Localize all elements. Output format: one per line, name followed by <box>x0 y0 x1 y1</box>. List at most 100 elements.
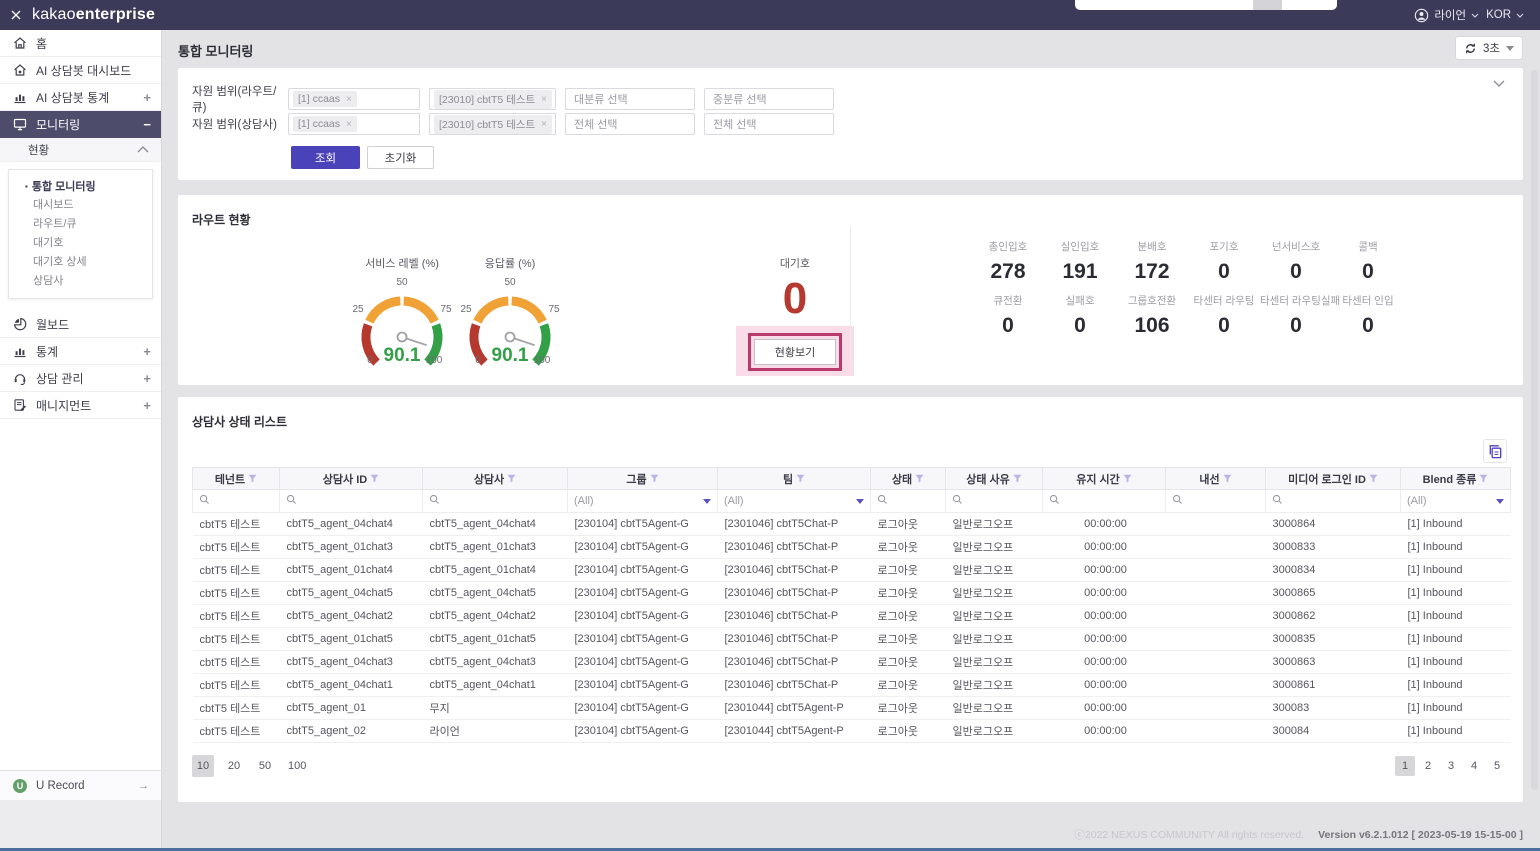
sidebar-subitem[interactable]: 상담사 <box>9 272 152 291</box>
remove-tag-icon[interactable]: × <box>346 119 352 130</box>
filter-funnel-icon[interactable] <box>370 474 379 483</box>
column-header[interactable]: 유지 시간 <box>1043 468 1166 490</box>
filter-funnel-icon[interactable] <box>1013 474 1022 483</box>
search-button[interactable]: 조회 <box>291 146 360 169</box>
table-cell: cbtT5_agent_01chat5 <box>423 628 568 651</box>
sidebar-item-consult-mgmt[interactable]: 상담 관리+ <box>0 365 161 392</box>
column-header[interactable]: 상태 사유 <box>946 468 1043 490</box>
sidebar-subitem[interactable]: ▪통합 모니터링 <box>9 177 152 196</box>
copy-button[interactable] <box>1483 439 1507 463</box>
column-header[interactable]: 그룹 <box>568 468 718 490</box>
column-filter-search[interactable] <box>1266 490 1401 513</box>
language-selector[interactable]: KOR <box>1486 9 1524 21</box>
route-stat: 타센터 라우팅실패0 <box>1260 293 1332 347</box>
filter-funnel-icon[interactable] <box>507 474 516 483</box>
filter-funnel-icon[interactable] <box>796 474 805 483</box>
table-row[interactable]: cbtT5 테스트cbtT5_agent_01chat4cbtT5_agent_… <box>193 559 1511 582</box>
filter-funnel-icon[interactable] <box>915 474 924 483</box>
view-status-button[interactable]: 현황보기 <box>754 339 836 365</box>
filter-funnel-icon[interactable] <box>1123 474 1132 483</box>
column-header[interactable]: 팀 <box>718 468 871 490</box>
column-filter-select[interactable]: (All) <box>718 490 871 513</box>
column-filter-select[interactable]: (All) <box>568 490 718 513</box>
table-row[interactable]: cbtT5 테스트cbtT5_agent_02라이언[230104] cbtT5… <box>193 720 1511 743</box>
collapse-panel-icon[interactable] <box>1493 80 1505 87</box>
close-icon[interactable] <box>0 10 32 20</box>
sidebar-item-stats[interactable]: 통계+ <box>0 338 161 365</box>
table-row[interactable]: cbtT5 테스트cbtT5_agent_01chat3cbtT5_agent_… <box>193 536 1511 559</box>
category-select[interactable]: 전체 선택 <box>565 113 695 135</box>
sidebar-subitem[interactable]: 라우트/큐 <box>9 215 152 234</box>
filter-funnel-icon[interactable] <box>1223 474 1232 483</box>
table-row[interactable]: cbtT5 테스트cbtT5_agent_04chat4cbtT5_agent_… <box>193 513 1511 536</box>
reset-button[interactable]: 초기화 <box>367 146 434 169</box>
table-cell: [2301046] cbtT5Chat-P <box>718 628 871 651</box>
monitor-icon <box>13 117 27 131</box>
remove-tag-icon[interactable]: × <box>346 94 352 105</box>
column-filter-search[interactable] <box>1166 490 1266 513</box>
column-filter-search[interactable] <box>193 490 280 513</box>
sidebar-subitem[interactable]: 대기호 <box>9 234 152 253</box>
table-row[interactable]: cbtT5 테스트cbtT5_agent_04chat5cbtT5_agent_… <box>193 582 1511 605</box>
remove-tag-icon[interactable]: × <box>541 94 547 105</box>
category-select[interactable]: 중분류 선택 <box>704 88 834 110</box>
column-header[interactable]: 미디어 로그인 ID <box>1266 468 1401 490</box>
column-filter-search[interactable] <box>1043 490 1166 513</box>
sidebar-item-u-record[interactable]: U U Record → <box>0 770 161 800</box>
column-header[interactable]: 테넌트 <box>193 468 280 490</box>
column-header[interactable]: 상태 <box>871 468 946 490</box>
table-cell: cbtT5_agent_04chat4 <box>423 513 568 536</box>
column-filter-search[interactable] <box>871 490 946 513</box>
sidebar-section-status[interactable]: 현황 <box>0 138 161 162</box>
table-row[interactable]: cbtT5 테스트cbtT5_agent_04chat3cbtT5_agent_… <box>193 651 1511 674</box>
table-row[interactable]: cbtT5 테스트cbtT5_agent_01chat5cbtT5_agent_… <box>193 628 1511 651</box>
user-menu[interactable]: 라이언 <box>1414 7 1479 23</box>
main-content: 통합 모니터링 3초 자원 범위(라우트/큐)[1] ccaas×[23010]… <box>162 30 1540 851</box>
table-cell: [230104] cbtT5Agent-G <box>568 628 718 651</box>
resource-scope-input[interactable]: [1] ccaas× <box>288 88 420 110</box>
filter-funnel-icon[interactable] <box>1369 474 1378 483</box>
page-number[interactable]: 1 <box>1395 756 1415 776</box>
resource-scope-input[interactable]: [23010] cbtT5 테스트× <box>429 88 556 110</box>
page-number[interactable]: 4 <box>1464 756 1484 776</box>
page-size-option[interactable]: 20 <box>223 755 245 777</box>
sidebar-item-ai-chatbot-dashboard[interactable]: AI 상담봇 대시보드 <box>0 57 161 84</box>
sidebar-item-label: 모니터링 <box>36 116 80 133</box>
category-select[interactable]: 대분류 선택 <box>565 88 695 110</box>
table-row[interactable]: cbtT5 테스트cbtT5_agent_01무지[230104] cbtT5A… <box>193 697 1511 720</box>
filter-funnel-icon[interactable] <box>248 474 257 483</box>
column-header[interactable]: 내선 <box>1166 468 1266 490</box>
page-number[interactable]: 2 <box>1418 756 1438 776</box>
refresh-interval-button[interactable]: 3초 <box>1455 36 1523 60</box>
page-size-option[interactable]: 10 <box>192 755 214 777</box>
column-header[interactable]: 상담사 ID <box>280 468 423 490</box>
page-number[interactable]: 5 <box>1487 756 1507 776</box>
sidebar-item-wallboard[interactable]: 월보드 <box>0 311 161 338</box>
sidebar-item-monitoring[interactable]: 모니터링− <box>0 111 161 138</box>
sidebar-item-ai-chatbot-stats[interactable]: AI 상담봇 통계+ <box>0 84 161 111</box>
resource-scope-input[interactable]: [23010] cbtT5 테스트× <box>429 113 556 135</box>
column-filter-select[interactable]: (All) <box>1401 490 1511 513</box>
table-row[interactable]: cbtT5 테스트cbtT5_agent_04chat2cbtT5_agent_… <box>193 605 1511 628</box>
page-size-option[interactable]: 100 <box>285 755 309 777</box>
column-filter-search[interactable] <box>946 490 1043 513</box>
page-number[interactable]: 3 <box>1441 756 1461 776</box>
column-label: Blend 종류 <box>1423 471 1477 487</box>
column-header[interactable]: 상담사 <box>423 468 568 490</box>
sidebar-subitem[interactable]: 대시보드 <box>9 196 152 215</box>
sidebar-subitem[interactable]: 대기호 상세 <box>9 253 152 272</box>
table-row[interactable]: cbtT5 테스트cbtT5_agent_04chat1cbtT5_agent_… <box>193 674 1511 697</box>
filter-funnel-icon[interactable] <box>650 474 659 483</box>
remove-tag-icon[interactable]: × <box>541 119 547 130</box>
page-size-option[interactable]: 50 <box>254 755 276 777</box>
column-filter-search[interactable] <box>280 490 423 513</box>
scrollbar[interactable] <box>1531 70 1538 790</box>
column-filter-search[interactable] <box>423 490 568 513</box>
category-select[interactable]: 전체 선택 <box>704 113 834 135</box>
sidebar-item-home[interactable]: 홈 <box>0 30 161 57</box>
resource-scope-input[interactable]: [1] ccaas× <box>288 113 420 135</box>
table-cell: 00:00:00 <box>1043 513 1166 536</box>
sidebar-item-management[interactable]: 매니지먼트+ <box>0 392 161 419</box>
filter-funnel-icon[interactable] <box>1479 474 1488 483</box>
column-header[interactable]: Blend 종류 <box>1401 468 1511 490</box>
